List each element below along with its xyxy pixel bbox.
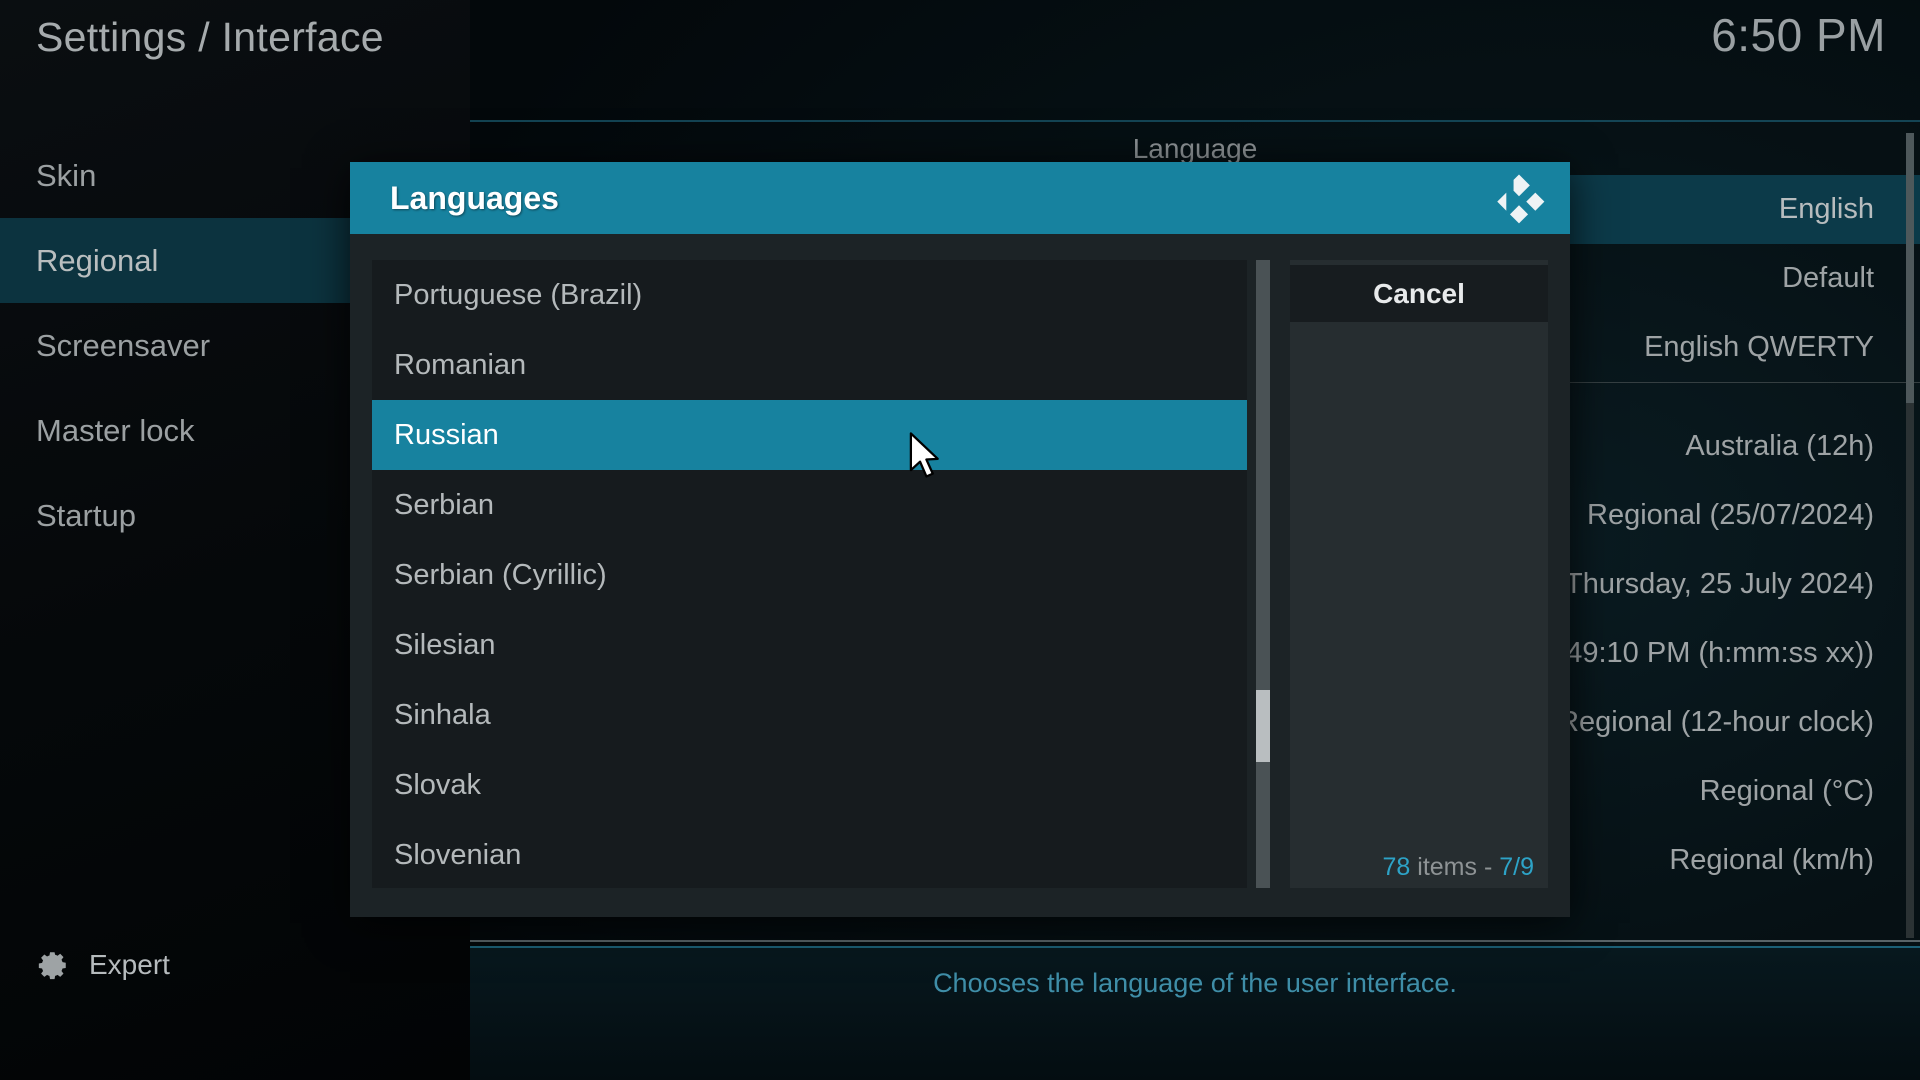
list-item-label: Silesian: [394, 628, 496, 661]
dialog-header: Languages: [350, 162, 1570, 234]
setting-group-label: Language: [1132, 133, 1258, 164]
setting-value: Australia (12h): [1685, 430, 1874, 462]
setting-value: Regional (km/h): [1669, 844, 1874, 876]
languages-list: Portuguese (Brazil) Romanian Russian Ser…: [372, 260, 1248, 888]
help-divider: [470, 940, 1920, 942]
content-top-divider: [470, 120, 1920, 122]
help-divider-accent: [470, 946, 1920, 948]
sidebar-item-label: Startup: [36, 497, 136, 533]
list-item-label: Romanian: [394, 348, 527, 381]
setting-value: English QWERTY: [1644, 331, 1874, 363]
list-item-label: Serbian (Cyrillic): [394, 558, 607, 591]
gear-icon: [36, 948, 70, 982]
clock-label: 6:50 PM: [1711, 9, 1886, 61]
list-item-label: Serbian: [394, 488, 494, 521]
list-item-label: Russian: [394, 418, 499, 451]
dialog-actions-panel: Cancel 78 items - 7/9: [1290, 260, 1548, 888]
list-item[interactable]: Portuguese (Brazil): [372, 260, 1247, 330]
cancel-button[interactable]: Cancel: [1290, 265, 1548, 322]
setting-help-text: Chooses the language of the user interfa…: [933, 968, 1457, 998]
sidebar-item-label: Master lock: [36, 412, 195, 448]
dialog-title: Languages: [390, 179, 559, 216]
list-item-label: Sinhala: [394, 698, 491, 731]
languages-list-scrollbar[interactable]: [1256, 260, 1271, 888]
setting-value: Regional (12-hour clock): [1558, 706, 1874, 738]
setting-value: Regional (°C): [1699, 775, 1874, 807]
setting-value: Default: [1782, 262, 1874, 294]
sidebar-item-label: Screensaver: [36, 327, 211, 363]
languages-list-scrollbar-thumb[interactable]: [1256, 690, 1271, 762]
list-item[interactable]: Serbian (Cyrillic): [372, 540, 1247, 610]
setting-value: Regional (25/07/2024): [1587, 499, 1874, 531]
settings-level-toggle[interactable]: Expert: [36, 948, 170, 982]
list-item[interactable]: Romanian: [372, 330, 1247, 400]
list-item[interactable]: Slovak: [372, 750, 1247, 820]
list-item-label: Slovak: [394, 768, 482, 801]
languages-dialog: Languages Portuguese (Brazil) Romanian R…: [350, 162, 1570, 917]
settings-scrollbar[interactable]: [1906, 133, 1914, 938]
items-count-middle: items -: [1410, 853, 1500, 881]
kodi-settings-screen: Settings / Interface 6:50 PM Skin Region…: [0, 0, 1920, 1080]
list-item-label: Portuguese (Brazil): [394, 278, 643, 311]
list-item-selected-russian[interactable]: Russian: [372, 400, 1248, 470]
list-item[interactable]: Serbian: [372, 470, 1247, 540]
setting-value: (Thursday, 25 July 2024): [1555, 568, 1874, 600]
sidebar-item-label: Regional: [36, 242, 159, 278]
settings-scrollbar-thumb[interactable]: [1906, 133, 1914, 403]
list-item[interactable]: Slovenian: [372, 820, 1247, 888]
items-count-label: 78 items - 7/9: [1383, 853, 1534, 882]
items-total: 78: [1382, 853, 1411, 881]
list-item[interactable]: Silesian: [372, 610, 1247, 680]
settings-level-label: Expert: [89, 949, 170, 980]
list-item-label: Slovenian: [394, 838, 522, 871]
items-position: 7/9: [1499, 853, 1534, 881]
setting-value: English: [1778, 193, 1874, 225]
list-item[interactable]: Sinhala: [372, 680, 1247, 750]
sidebar-item-label: Skin: [36, 157, 97, 193]
dialog-body: Portuguese (Brazil) Romanian Russian Ser…: [350, 234, 1570, 917]
setting-value: :49:10 PM (h:mm:ss xx)): [1558, 637, 1874, 669]
page-title: Settings / Interface: [36, 14, 384, 60]
